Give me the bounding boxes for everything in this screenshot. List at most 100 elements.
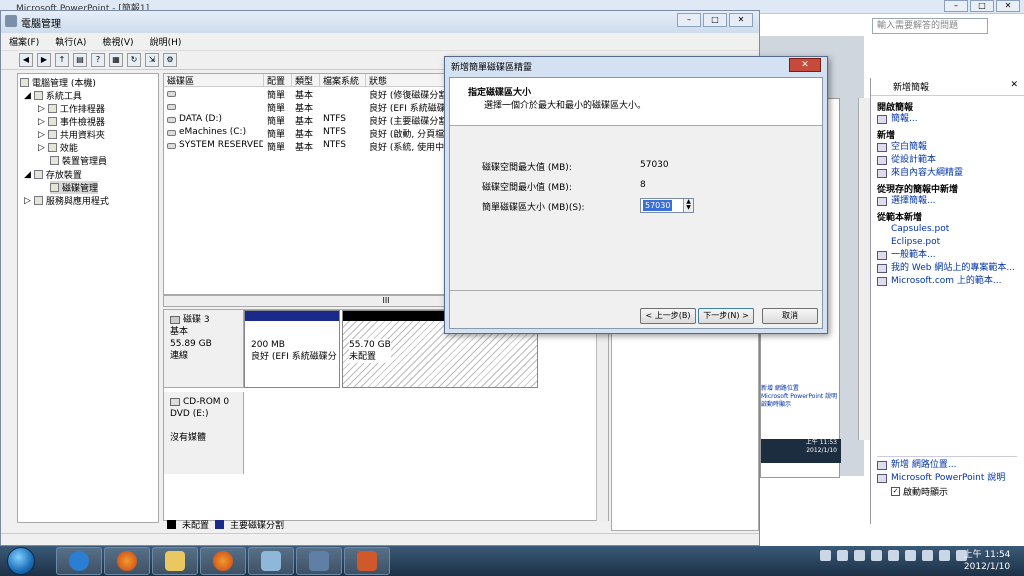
- thumb-date: 2012/1/10: [806, 447, 837, 454]
- network-icon[interactable]: [922, 550, 933, 561]
- taskbar-explorer[interactable]: [152, 547, 198, 575]
- collapsed-arrow-icon[interactable]: ▷: [38, 130, 45, 140]
- disk-type: 基本: [170, 327, 189, 337]
- tree-item-task-scheduler[interactable]: ▷ 工作排程器: [38, 102, 105, 116]
- clock-time: 上午 11:54: [963, 550, 1011, 560]
- volume-size-input[interactable]: 57030: [643, 200, 673, 211]
- help-search-input[interactable]: 輸入需要解答的問題: [872, 18, 988, 34]
- from-design-template-link[interactable]: 從設計範本: [877, 154, 1018, 167]
- expand-arrow-icon[interactable]: ◢: [24, 91, 31, 101]
- column-header-type[interactable]: 類型: [292, 74, 320, 87]
- back-arrow-icon[interactable]: ◀: [19, 53, 33, 67]
- column-header-volume[interactable]: 磁碟區: [164, 74, 264, 87]
- divider: [450, 290, 822, 291]
- tree-item-computer-management[interactable]: 電腦管理 (本機): [20, 76, 96, 89]
- settings-icon[interactable]: ⚙: [163, 53, 177, 67]
- tree-item-system-tools[interactable]: ◢ 系統工具: [24, 89, 82, 103]
- properties-icon[interactable]: ▦: [109, 53, 123, 67]
- refresh-icon[interactable]: ↻: [127, 53, 141, 67]
- flag-icon[interactable]: [837, 550, 848, 561]
- taskbar-computer-management[interactable]: [296, 547, 342, 575]
- checkbox-checked-icon[interactable]: ✓: [891, 487, 900, 496]
- maximize-button[interactable]: □: [703, 13, 727, 27]
- ms-templates-link[interactable]: Microsoft.com 上的範本...: [877, 275, 1018, 288]
- tree-item-device-manager[interactable]: 裝置管理員: [50, 154, 107, 167]
- taskbar-remote-desktop[interactable]: [248, 547, 294, 575]
- template-icon: [877, 251, 887, 260]
- export-icon[interactable]: ⇲: [145, 53, 159, 67]
- taskbar-firefox-2[interactable]: [200, 547, 246, 575]
- close-button[interactable]: ✕: [996, 0, 1020, 12]
- tree-item-services-applications[interactable]: ▷ 服務與應用程式: [24, 194, 109, 208]
- cancel-button[interactable]: 取消: [762, 308, 818, 324]
- disk-vertical-scrollbar[interactable]: [596, 309, 608, 521]
- help-link[interactable]: Microsoft PowerPoint 說明: [877, 472, 1017, 485]
- startup-checkbox-row[interactable]: ✓ 啟動時顯示: [877, 485, 1017, 498]
- autocontent-wizard-link[interactable]: 來自內容大綱精靈: [877, 167, 1018, 180]
- collapsed-arrow-icon[interactable]: ▷: [38, 143, 45, 153]
- column-header-layout[interactable]: 配置: [264, 74, 292, 87]
- clock[interactable]: 上午 11:54 2012/1/10: [956, 549, 1018, 573]
- link-label: Microsoft.com 上的範本...: [891, 276, 1002, 286]
- collapsed-arrow-icon[interactable]: ▷: [24, 196, 31, 206]
- help-icon: [877, 474, 887, 483]
- choose-presentation-link[interactable]: 選擇簡報...: [877, 195, 1018, 208]
- volume-size-stepper[interactable]: 57030 ▲ ▼: [640, 198, 694, 213]
- taskbar-ie[interactable]: [56, 547, 102, 575]
- start-button[interactable]: [2, 546, 40, 576]
- show-hide-tree-icon[interactable]: ▤: [73, 53, 87, 67]
- menu-help[interactable]: 說明(H): [142, 33, 190, 49]
- tree-label: 共用資料夾: [59, 131, 105, 141]
- general-templates-link[interactable]: 一般範本...: [877, 249, 1018, 262]
- template-link[interactable]: Eclipse.pot: [877, 236, 1018, 249]
- back-button[interactable]: < 上一步(B): [640, 308, 696, 324]
- taskbar-powerpoint[interactable]: [344, 547, 390, 575]
- menu-file[interactable]: 檔案(F): [1, 33, 47, 49]
- blank-presentation-link[interactable]: 空白簡報: [877, 141, 1018, 154]
- volume-icon[interactable]: [939, 550, 950, 561]
- restore-button[interactable]: □: [970, 0, 994, 12]
- close-button[interactable]: ✕: [729, 13, 753, 27]
- input-icon[interactable]: [854, 550, 865, 561]
- document-icon: [877, 197, 887, 206]
- task-pane-body: 開啟簡報 簡報... 新增 空白簡報 從設計範本 來自內容大綱精靈 從現存的簡報…: [871, 96, 1024, 290]
- template-link[interactable]: Capsules.pot: [877, 223, 1018, 236]
- help-icon[interactable]: ?: [91, 53, 105, 67]
- expand-arrow-icon[interactable]: ◢: [24, 170, 31, 180]
- web-templates-link[interactable]: 我的 Web 網站上的專案範本...: [877, 262, 1018, 275]
- device-icon[interactable]: [905, 550, 916, 561]
- spin-arrows-icon[interactable]: ▲ ▼: [683, 199, 693, 212]
- wizard-body: 指定磁碟區大小 選擇一個介於最大和最小的磁碟區大小。 磁碟空間最大值 (MB):…: [449, 77, 823, 329]
- column-header-filesystem[interactable]: 檔案系統: [320, 74, 366, 87]
- section-heading: 新增: [877, 131, 896, 141]
- minimize-button[interactable]: –: [677, 13, 701, 27]
- collapsed-arrow-icon[interactable]: ▷: [38, 104, 45, 114]
- table-cell: DATA (D:): [179, 114, 223, 124]
- keyboard-icon[interactable]: [871, 550, 882, 561]
- up-folder-icon[interactable]: ↑: [55, 53, 69, 67]
- minimize-button[interactable]: –: [944, 0, 968, 12]
- close-button[interactable]: ✕: [789, 58, 821, 72]
- menu-action[interactable]: 執行(A): [47, 33, 94, 49]
- tree-item-event-viewer[interactable]: ▷ 事件檢視器: [38, 115, 105, 129]
- collapsed-arrow-icon[interactable]: ▷: [38, 117, 45, 127]
- taskbar-firefox[interactable]: [104, 547, 150, 575]
- cdrom-label[interactable]: CD-ROM 0 DVD (E:) 沒有媒體: [164, 392, 244, 474]
- next-button[interactable]: 下一步(N) >: [698, 308, 754, 324]
- ppt-vertical-scrollbar[interactable]: [858, 98, 870, 440]
- forward-arrow-icon[interactable]: ▶: [37, 53, 51, 67]
- menu-view[interactable]: 檢視(V): [94, 33, 141, 49]
- partition-efi[interactable]: 200 MB 良好 (EFI 系統磁碟分: [244, 310, 340, 388]
- tree-item-storage[interactable]: ◢ 存放裝置: [24, 168, 82, 182]
- disk-3-label[interactable]: 磁碟 3 基本 55.89 GB 連線: [164, 310, 244, 388]
- tree-item-performance[interactable]: ▷ 效能: [38, 141, 78, 155]
- ie-icon: [69, 551, 89, 571]
- show-hidden-icon[interactable]: [888, 550, 899, 561]
- tree-item-shared-folders[interactable]: ▷ 共用資料夾: [38, 128, 105, 142]
- volume-icon: [167, 143, 176, 149]
- tree-item-disk-management[interactable]: 磁碟管理: [50, 181, 99, 194]
- open-presentation-link[interactable]: 簡報...: [877, 113, 1018, 126]
- close-icon[interactable]: ✕: [1010, 80, 1018, 93]
- help-icon[interactable]: [820, 550, 831, 561]
- add-network-place-link[interactable]: 新增 網路位置...: [877, 459, 1017, 472]
